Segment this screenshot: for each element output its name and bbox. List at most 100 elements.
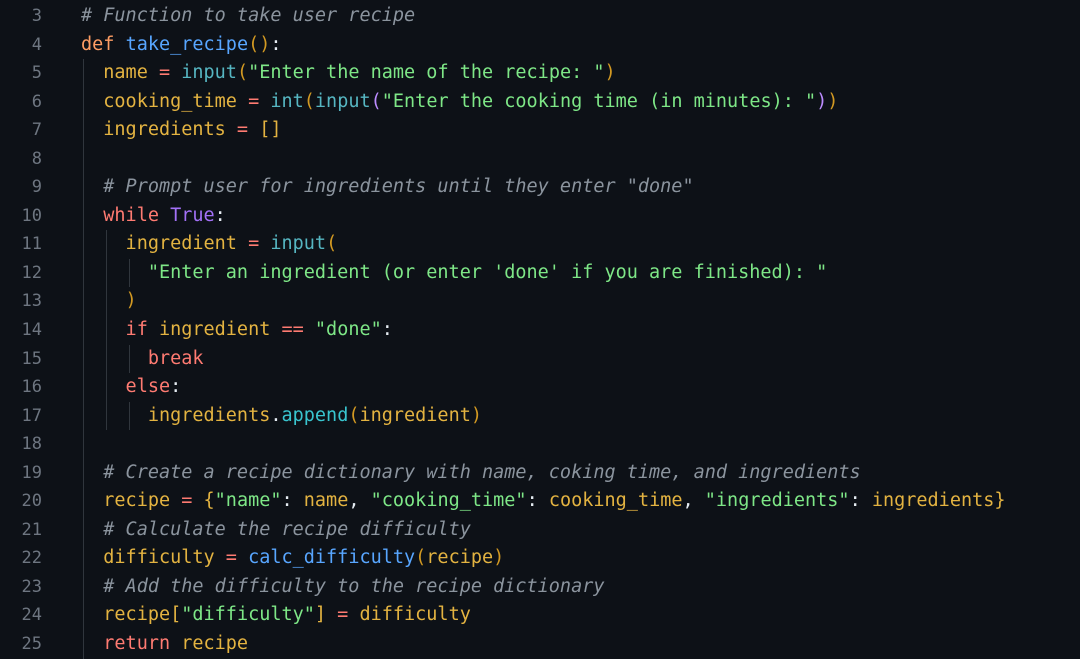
- code-text: difficulty = calc_difficulty(recipe): [81, 544, 504, 573]
- line-number: 14: [21, 320, 42, 341]
- code-text: # Calculate the recipe difficulty: [81, 516, 471, 545]
- code-line[interactable]: 22 difficulty = calc_difficulty(recipe): [0, 544, 1080, 573]
- token-var: ingredients: [81, 404, 271, 426]
- line-number: 13: [21, 291, 42, 312]
- line-number: 7: [31, 120, 42, 141]
- code-line[interactable]: 14 if ingredient == "done":: [0, 316, 1080, 345]
- token-punct: :: [214, 204, 226, 226]
- token-builtin: input: [314, 90, 371, 112]
- token-var: ingredient: [81, 233, 237, 255]
- token-punct: :: [381, 319, 393, 341]
- code-line[interactable]: 24 recipe["difficulty"] = difficulty: [0, 601, 1080, 631]
- token-bracket: ]: [314, 604, 327, 626]
- code-line[interactable]: 3 # Function to take user recipe: [0, 2, 1080, 31]
- token-keyword: while: [81, 204, 159, 226]
- code-line[interactable]: 17 ingredients.append(ingredient): [0, 401, 1080, 431]
- token-var: name: [81, 62, 148, 84]
- line-number: 4: [31, 34, 42, 55]
- code-line[interactable]: 25 return recipe: [0, 630, 1080, 659]
- code-line[interactable]: 15 break: [0, 344, 1080, 374]
- code-line[interactable]: 16 else:: [0, 373, 1080, 402]
- token-string: "done": [314, 319, 382, 341]
- code-line[interactable]: 11 ingredient = input(: [0, 230, 1080, 259]
- token-op: =: [170, 490, 204, 512]
- code-text: name = input("Enter the name of the reci…: [81, 59, 616, 88]
- token-bracket: []: [259, 119, 282, 141]
- code-text: # Create a recipe dictionary with name, …: [81, 459, 860, 488]
- code-line[interactable]: 9 # Prompt user for ingredients until th…: [0, 173, 1080, 202]
- token-string: "cooking_time": [370, 490, 527, 512]
- token-string: "ingredients": [704, 490, 850, 512]
- token-string: "Enter an ingredient (or enter 'done' if…: [81, 261, 828, 283]
- token-punct: [114, 34, 125, 55]
- line-number: 6: [31, 91, 42, 112]
- token-paren: ): [81, 290, 137, 312]
- token-var: ingredients: [81, 119, 226, 141]
- code-line[interactable]: 18: [0, 430, 1080, 459]
- token-bracket: }: [994, 490, 1006, 512]
- token-op: =: [225, 119, 260, 141]
- code-line[interactable]: 20 recipe = {"name": name, "cooking_time…: [0, 487, 1080, 516]
- token-const: True: [170, 204, 215, 226]
- token-punct: :: [270, 33, 282, 55]
- token-keyword: break: [81, 347, 204, 369]
- token-paren: (: [326, 233, 338, 255]
- token-paren: ): [493, 547, 505, 569]
- token-paren: ): [470, 404, 482, 426]
- token-punct: [159, 205, 170, 226]
- token-op: ==: [270, 319, 315, 341]
- code-line[interactable]: 8: [0, 144, 1080, 174]
- line-number: 22: [21, 548, 42, 569]
- code-line[interactable]: 10 while True:: [0, 201, 1080, 231]
- code-line[interactable]: 21 # Calculate the recipe difficulty: [0, 515, 1080, 545]
- line-number: 21: [21, 519, 42, 540]
- token-var: recipe: [81, 604, 171, 626]
- token-op: =: [326, 604, 360, 626]
- token-var: difficulty: [359, 604, 471, 626]
- token-bracket: {: [203, 490, 215, 512]
- line-number: 12: [21, 262, 42, 283]
- code-text: ingredients.append(ingredient): [81, 402, 482, 431]
- code-text: while True:: [81, 202, 226, 231]
- code-line[interactable]: 23 # Add the difficulty to the recipe di…: [0, 572, 1080, 602]
- code-line[interactable]: 12 "Enter an ingredient (or enter 'done'…: [0, 258, 1080, 288]
- token-comment: # Prompt user for ingredients until they…: [81, 176, 694, 198]
- line-number: 24: [21, 605, 42, 626]
- code-text: ingredients = []: [81, 116, 282, 145]
- code-line[interactable]: 7 ingredients = []: [0, 116, 1080, 145]
- token-func: calc_difficulty: [248, 547, 416, 569]
- line-number: 16: [21, 377, 42, 398]
- line-number: 19: [21, 462, 42, 483]
- token-punct: ,: [348, 490, 371, 512]
- code-text: if ingredient == "done":: [81, 316, 393, 345]
- token-comment: # Function to take user recipe: [81, 5, 416, 26]
- token-paren: ): [604, 62, 616, 84]
- code-line[interactable]: 6 cooking_time = int(input("Enter the co…: [0, 87, 1080, 117]
- line-number: 23: [21, 576, 42, 597]
- token-var: ingredient: [359, 404, 471, 426]
- token-builtin: int: [270, 90, 304, 112]
- token-paren2: ): [816, 90, 828, 112]
- code-line[interactable]: 13 ): [0, 287, 1080, 317]
- token-var: cooking_time: [548, 490, 683, 512]
- code-line[interactable]: 4 def take_recipe():: [0, 31, 1080, 60]
- code-line[interactable]: 5 name = input("Enter the name of the re…: [0, 59, 1080, 88]
- token-punct: :: [849, 490, 872, 512]
- token-paren: (: [415, 547, 427, 569]
- token-paren: (: [236, 62, 249, 84]
- code-text: break: [81, 345, 204, 374]
- code-text: # Prompt user for ingredients until they…: [81, 173, 694, 202]
- code-line[interactable]: 19 # Create a recipe dictionary with nam…: [0, 458, 1080, 488]
- line-number: 15: [21, 348, 42, 369]
- token-punct: :: [170, 376, 182, 398]
- line-number: 10: [21, 205, 42, 226]
- token-kw-def: def: [81, 33, 115, 55]
- token-var: difficulty: [81, 547, 215, 569]
- token-comment: # Calculate the recipe difficulty: [81, 518, 471, 540]
- code-text: recipe = {"name": name, "cooking_time": …: [81, 487, 1006, 516]
- token-keyword: return: [81, 633, 171, 655]
- token-punct: .: [270, 404, 282, 426]
- token-builtin: input: [181, 62, 237, 84]
- token-punct: :: [281, 490, 304, 512]
- code-editor[interactable]: 3 # Function to take user recipe 4 def take…: [0, 2, 1080, 659]
